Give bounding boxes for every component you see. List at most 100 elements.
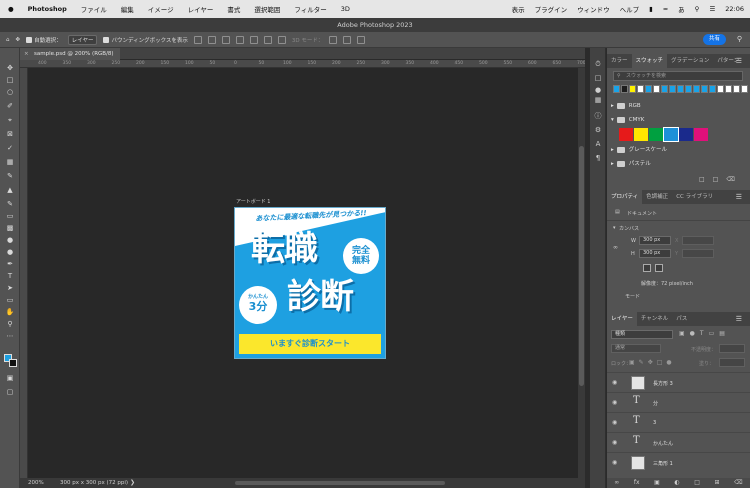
eye-icon[interactable]: ◉	[612, 379, 617, 386]
clock[interactable]: 22:06	[725, 5, 744, 13]
layer-row[interactable]: ◉ 長方形 3	[607, 372, 750, 392]
align-bottom-icon[interactable]	[263, 35, 272, 44]
lock-icons[interactable]: ▣✎✥□●	[629, 359, 676, 366]
swatch[interactable]	[717, 85, 724, 93]
recent-swatches[interactable]	[613, 85, 748, 95]
swatch[interactable]	[701, 85, 708, 93]
fill-field[interactable]	[719, 358, 745, 367]
eyedropper-tool-icon[interactable]: ✓	[5, 144, 15, 152]
blur-tool-icon[interactable]: ●	[5, 236, 15, 244]
auto-select-checkbox[interactable]: 自動選択：	[26, 36, 62, 44]
3d-orbit-icon[interactable]	[329, 35, 338, 44]
align-top-icon[interactable]	[235, 35, 244, 44]
align-middle-icon[interactable]	[249, 35, 258, 44]
tab-color[interactable]: カラー	[607, 54, 632, 68]
comments-icon[interactable]: □	[593, 74, 603, 83]
tab-layers[interactable]: レイヤー	[607, 312, 637, 326]
swatch[interactable]	[613, 85, 620, 93]
vertical-scrollbar[interactable]	[578, 68, 585, 478]
swatch[interactable]	[733, 85, 740, 93]
tab-adjustments[interactable]: 色調補正	[642, 190, 672, 204]
menu-select[interactable]: 選択範囲	[254, 4, 280, 14]
menu-help[interactable]: ヘルプ	[620, 4, 640, 14]
y-field[interactable]	[682, 249, 714, 258]
tab-paths[interactable]: パス	[672, 312, 691, 326]
swatch[interactable]	[693, 85, 700, 93]
share-button[interactable]: 共有	[702, 34, 726, 45]
align-right-icon[interactable]	[221, 35, 230, 44]
dodge-tool-icon[interactable]: ●	[5, 248, 15, 256]
eye-icon[interactable]: ◉	[612, 439, 617, 446]
swatch[interactable]	[725, 85, 732, 93]
swatch[interactable]	[685, 85, 692, 93]
screen-mode-icon[interactable]: ▢	[5, 388, 15, 396]
distribute-icon[interactable]	[277, 35, 286, 44]
move-tool-icon[interactable]: ✥	[5, 64, 15, 72]
history-brush-tool-icon[interactable]: ✎	[5, 200, 15, 208]
battery-icon[interactable]: ▮	[649, 5, 653, 13]
quick-select-tool-icon[interactable]: ✐	[5, 102, 15, 110]
zoom-level[interactable]: 200%	[28, 478, 44, 488]
home-icon[interactable]: ⌂	[6, 37, 10, 43]
link-layers-icon[interactable]: ∞	[614, 478, 619, 488]
menu-plugins[interactable]: プラグイン	[535, 4, 568, 14]
swatch[interactable]	[669, 85, 676, 93]
swatch[interactable]	[653, 85, 660, 93]
swatch-cmyk-yellow[interactable]	[634, 128, 648, 141]
status-menu-icon[interactable]: ❯	[130, 478, 135, 488]
swatch-cmyk-red[interactable]	[619, 128, 633, 141]
swatch[interactable]	[637, 85, 644, 93]
3d-camera-icon[interactable]	[357, 35, 366, 44]
layer-kind-filter[interactable]: 種類	[611, 330, 673, 339]
tab-swatches[interactable]: スウォッチ	[631, 54, 668, 68]
horizontal-scroll-thumb[interactable]	[235, 481, 445, 485]
stamp-tool-icon[interactable]: ▲	[5, 186, 15, 194]
3d-pan-icon[interactable]	[343, 35, 352, 44]
swatch-group-rgb[interactable]: ▸ RGB	[611, 100, 641, 112]
swatch-group-pastel[interactable]: ▸ パステル	[611, 158, 651, 170]
delete-layer-icon[interactable]: ⌫	[734, 478, 742, 488]
new-layer-icon[interactable]: ⊞	[715, 478, 720, 488]
marquee-tool-icon[interactable]: □	[5, 76, 15, 84]
app-menu[interactable]: Photoshop	[28, 5, 67, 13]
eye-icon[interactable]: ◉	[612, 419, 617, 426]
panel-menu-icon[interactable]: ☰	[732, 312, 746, 326]
menu-view[interactable]: 表示	[512, 4, 525, 14]
brush-tool-icon[interactable]: ✎	[5, 172, 15, 180]
link-icon[interactable]: ∞	[613, 244, 618, 251]
swatch[interactable]	[661, 85, 668, 93]
menu-edit[interactable]: 編集	[121, 4, 134, 14]
swatch-cmyk-blue[interactable]	[679, 128, 693, 141]
rectangle-tool-icon[interactable]: ▭	[5, 296, 15, 304]
vertical-scroll-thumb[interactable]	[579, 146, 584, 386]
landscape-orientation-icon[interactable]	[655, 264, 663, 272]
type-tool-icon[interactable]: T	[5, 272, 15, 280]
swatch-group-cmyk[interactable]: ▾ CMYK	[611, 114, 644, 126]
eraser-tool-icon[interactable]: ▭	[5, 212, 15, 220]
align-center-icon[interactable]	[207, 35, 216, 44]
info-icon[interactable]: ⓘ	[593, 112, 603, 121]
control-center-icon[interactable]: ☰	[709, 5, 715, 13]
align-left-icon[interactable]	[193, 35, 202, 44]
layer-style-icon[interactable]: fx	[634, 478, 640, 488]
adjustment-layer-icon[interactable]: ◐	[674, 478, 679, 488]
lasso-tool-icon[interactable]: ○	[5, 88, 15, 96]
menu-window[interactable]: ウィンドウ	[577, 4, 610, 14]
search-icon[interactable]: ⚲	[737, 35, 742, 43]
eye-icon[interactable]: ◉	[612, 399, 617, 406]
layer-row[interactable]: ◉ 三角形 1	[607, 452, 750, 472]
new-group-icon[interactable]: □	[694, 478, 700, 488]
swatch-cmyk-cyan[interactable]	[663, 127, 679, 142]
width-field[interactable]: 300 px	[639, 236, 671, 245]
tab-gradients[interactable]: グラデーション	[667, 54, 713, 68]
input-method-icon[interactable]: あ	[678, 4, 685, 14]
x-field[interactable]	[682, 236, 714, 245]
artboard-label[interactable]: アートボード 1	[236, 198, 270, 205]
quick-mask-icon[interactable]: ▣	[5, 374, 15, 382]
swatch-panel-actions[interactable]: □□⌫	[699, 176, 743, 183]
swatch-search-input[interactable]: ⚲ スウォッチを検索	[613, 71, 743, 81]
wifi-icon[interactable]: ≈	[663, 5, 668, 13]
crop-tool-icon[interactable]: ⌖	[5, 116, 15, 124]
history-icon[interactable]: ⏱	[593, 60, 603, 69]
swatch-group-grayscale[interactable]: ▸ グレースケール	[611, 144, 667, 156]
